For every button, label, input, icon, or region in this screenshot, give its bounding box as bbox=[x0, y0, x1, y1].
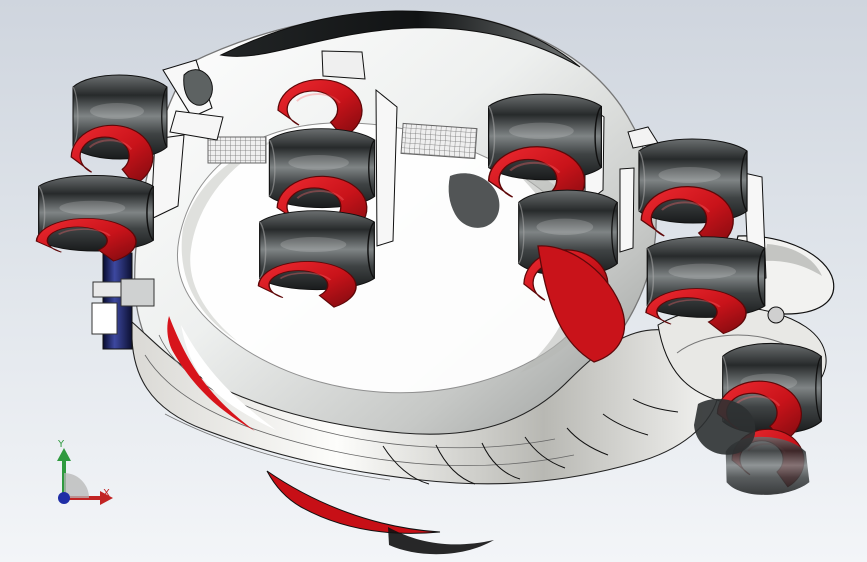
mesh-strip-right bbox=[400, 122, 478, 160]
coordinate-triad: Y X bbox=[40, 438, 120, 514]
exoskeleton-model[interactable] bbox=[0, 0, 867, 562]
axis-triad-icon bbox=[57, 448, 113, 505]
cad-viewport[interactable]: Y X bbox=[0, 0, 867, 562]
mesh-strip-left bbox=[207, 136, 267, 164]
y-axis-label: Y bbox=[58, 439, 65, 450]
x-axis-label: X bbox=[103, 488, 110, 499]
